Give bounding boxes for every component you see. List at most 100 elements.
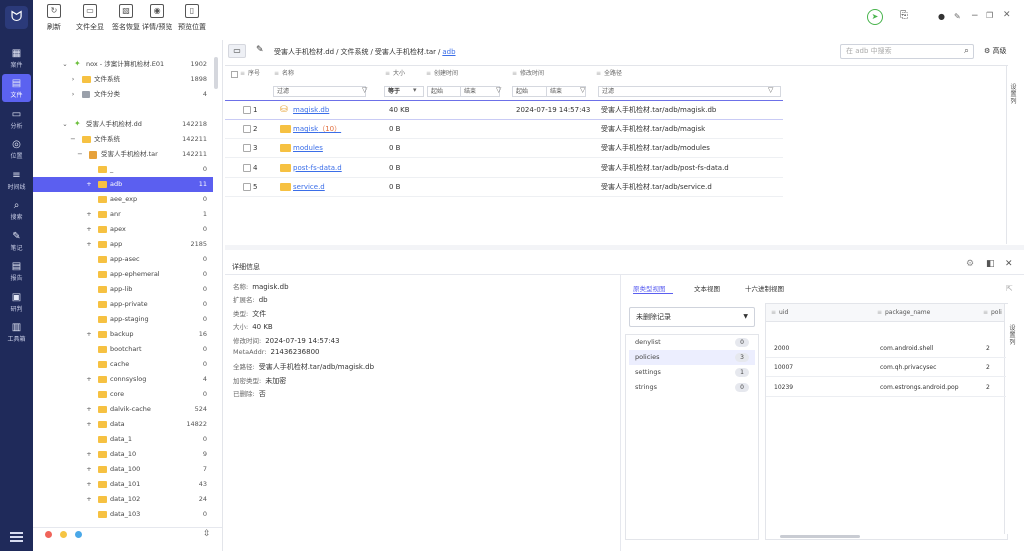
rail-item-9[interactable]: ▥ 工具箱 — [2, 318, 31, 346]
grid-column-header[interactable]: package_name — [885, 309, 930, 316]
column-header[interactable]: 修改时间 — [520, 68, 544, 80]
toolbar-button-0[interactable]: ↻ 刷新 — [47, 4, 61, 32]
rail-item-5[interactable]: ⌕ 搜索 — [2, 196, 31, 224]
breadcrumb-part[interactable]: 文件系统 — [340, 48, 368, 56]
view-tab-0[interactable]: 原类型视图 — [633, 283, 666, 293]
row-checkbox[interactable] — [243, 144, 251, 153]
column-header[interactable]: 名称 — [282, 68, 294, 80]
expand-toggle-icon[interactable]: + — [85, 477, 93, 492]
breadcrumb-part[interactable]: 受害人手机检材.tar — [375, 48, 436, 56]
record-filter-select[interactable]: 未删除记录 ▼ — [629, 307, 755, 327]
column-header[interactable]: 创建时间 — [434, 68, 458, 80]
row-name[interactable]: service.d — [293, 178, 325, 197]
tree-row[interactable]: app-private 0 — [33, 297, 213, 312]
menu-icon[interactable] — [10, 532, 23, 542]
breadcrumb-part[interactable]: 受害人手机检材.dd — [274, 48, 334, 56]
tree-row[interactable]: bootchart 0 — [33, 342, 213, 357]
tree-row[interactable]: + data 14822 — [33, 417, 213, 432]
filter-icon[interactable]: ▽ — [496, 86, 501, 94]
expand-toggle-icon[interactable]: + — [85, 447, 93, 462]
search-input[interactable]: 在 adb 中搜索 ⌕ — [840, 44, 974, 59]
row-name[interactable]: magisk.db — [293, 101, 329, 120]
rail-item-2[interactable]: ▭ 分析 — [2, 105, 31, 133]
tree-row[interactable]: _ 0 — [33, 162, 213, 177]
expand-toggle-icon[interactable]: + — [85, 492, 93, 507]
rail-item-8[interactable]: ▣ 研判 — [2, 288, 31, 316]
expand-toggle-icon[interactable]: + — [85, 417, 93, 432]
db-table-item[interactable]: denylist 0 — [629, 335, 755, 350]
tree-row[interactable]: aee_exp 0 — [33, 192, 213, 207]
maximize-icon[interactable]: ❐ — [986, 11, 993, 20]
column-header[interactable]: 大小 — [393, 68, 405, 80]
toolbar-button-3[interactable]: ◉ 详情/预览 — [142, 4, 172, 32]
tree-row[interactable]: + data_100 7 — [33, 462, 213, 477]
db-table-item[interactable]: policies 3 — [629, 350, 755, 365]
toolbar-button-2[interactable]: ▧ 签名恢复 — [112, 4, 140, 32]
pin-icon[interactable]: ✎ — [954, 12, 961, 21]
table-settings-tab[interactable]: 设置列 — [1009, 84, 1018, 105]
export-icon[interactable]: ⎘ — [900, 10, 908, 21]
tree-row[interactable]: cache 0 — [33, 357, 213, 372]
tree-row[interactable]: + dalvik-cache 524 — [33, 402, 213, 417]
rail-item-6[interactable]: ✎ 笔记 — [2, 227, 31, 255]
tree-scrollbar[interactable] — [214, 57, 218, 89]
expand-toggle-icon[interactable]: − — [76, 147, 84, 162]
tree-row[interactable]: app-ephemeral 0 — [33, 267, 213, 282]
view-tab-2[interactable]: 十六进制视图 — [745, 283, 784, 293]
expand-toggle-icon[interactable]: + — [85, 207, 93, 222]
tree-row[interactable]: app-staging 0 — [33, 312, 213, 327]
expand-toggle-icon[interactable]: ⌄ — [61, 117, 69, 132]
row-checkbox[interactable] — [243, 125, 251, 134]
rail-item-7[interactable]: ▤ 报告 — [2, 257, 31, 285]
expand-toggle-icon[interactable]: + — [85, 462, 93, 477]
tree-row[interactable]: › 文件分类 4 — [33, 87, 213, 102]
table-row[interactable]: 1 ⛁ magisk.db 40 KB 2024-07-19 14:57:43 受害人手机… — [225, 101, 783, 120]
view-tab-1[interactable]: 文本视图 — [694, 283, 720, 293]
tree-row[interactable]: data_103 0 — [33, 507, 213, 522]
table-row[interactable]: 4 post-fs-data.d 0 B 受害人手机检材.tar/adb/post-f… — [225, 159, 783, 178]
open-external-icon[interactable]: ⇱ — [1006, 284, 1013, 293]
row-checkbox[interactable] — [243, 106, 251, 114]
rail-item-3[interactable]: ◎ 位置 — [2, 135, 31, 163]
db-table-item[interactable]: strings 0 — [629, 380, 755, 395]
rail-item-1[interactable]: ▤ 文件 — [2, 74, 31, 102]
tree-row[interactable]: + backup 16 — [33, 327, 213, 342]
tree-row[interactable]: data_1 0 — [33, 432, 213, 447]
expand-toggle-icon[interactable]: ⌄ — [61, 57, 69, 72]
grid-column-header[interactable]: uid — [779, 309, 788, 316]
user-icon[interactable]: ● — [938, 12, 945, 21]
row-name[interactable]: magisk（10） — [293, 120, 341, 139]
toolbar-button-4[interactable]: ▯ 预览位置 — [178, 4, 206, 32]
column-header[interactable]: 序号 — [248, 68, 260, 80]
grid-row[interactable]: 2000 com.android.shell 2 — [766, 339, 1006, 358]
status-dot-yellow[interactable] — [60, 531, 67, 538]
status-dot-red[interactable] — [45, 531, 52, 538]
send-icon[interactable]: ➤ — [867, 9, 883, 25]
tree-row[interactable]: + data_101 43 — [33, 477, 213, 492]
expand-toggle-icon[interactable]: − — [69, 132, 77, 147]
search-icon[interactable]: ⌕ — [964, 45, 969, 58]
grid-row[interactable]: 10007 com.qh.privacysec 2 — [766, 358, 1006, 378]
tree-row[interactable]: + data_10 9 — [33, 447, 213, 462]
tree-row[interactable]: app-asec 0 — [33, 252, 213, 267]
advanced-search-button[interactable]: ⚙ 高级 — [984, 46, 1007, 56]
folder-view-button[interactable]: ▭ — [228, 44, 246, 58]
minimize-icon[interactable]: − — [971, 11, 979, 21]
expand-toggle-icon[interactable]: + — [85, 327, 93, 342]
grid-settings-tab[interactable]: 设置列 — [1008, 325, 1017, 346]
table-row[interactable]: 5 service.d 0 B 受害人手机检材.tar/adb/service.d — [225, 178, 783, 197]
expand-toggle-icon[interactable]: + — [85, 177, 93, 192]
tree-row[interactable]: + data_102 24 — [33, 492, 213, 507]
status-dot-blue[interactable] — [75, 531, 82, 538]
pane-splitter[interactable] — [225, 245, 1024, 250]
row-name[interactable]: post-fs-data.d — [293, 159, 342, 178]
table-row[interactable]: 2 magisk（10） 0 B 受害人手机检材.tar/adb/magisk — [225, 120, 783, 140]
grid-row[interactable]: 10239 com.estrongs.android.pop 2 — [766, 378, 1006, 397]
filter-icon[interactable]: ▽ — [768, 86, 773, 94]
expand-toggle-icon[interactable]: › — [69, 87, 77, 102]
close-icon[interactable]: ✕ — [1003, 10, 1011, 20]
tree-row[interactable]: − 受害人手机检材.tar 142211 — [33, 147, 213, 162]
tree-row[interactable]: ⌄ ✦ nox - 涉案计算机检材.E01 1902 — [33, 57, 213, 72]
tree-row[interactable]: + adb 11 — [33, 177, 213, 192]
filter-path[interactable]: 过滤 — [598, 86, 781, 97]
